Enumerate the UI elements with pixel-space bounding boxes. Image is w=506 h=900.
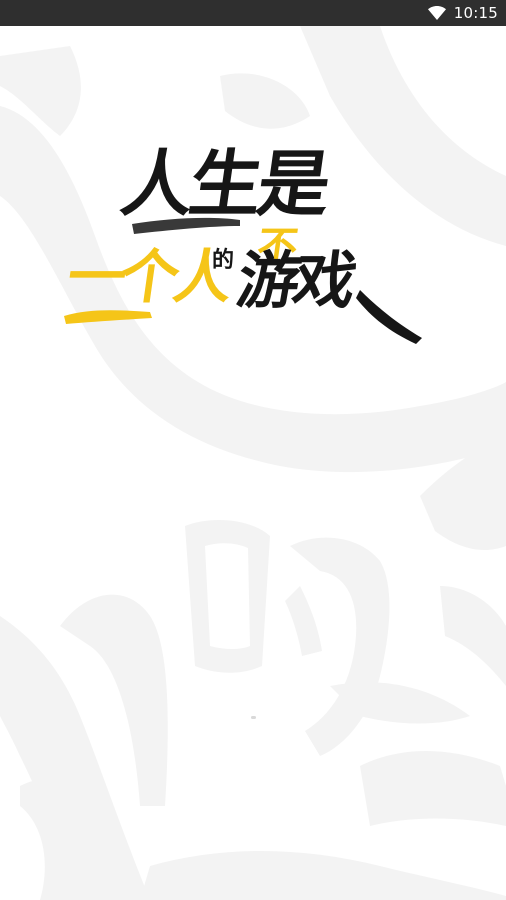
logo-line-1: 人生是 <box>116 141 333 226</box>
splash-logo: 人生是 不 的 一个人 游戏 <box>60 140 430 345</box>
status-bar-right: 10:15 <box>427 0 498 26</box>
logo-line-2-black: 游戏 <box>231 244 357 317</box>
status-time: 10:15 <box>453 4 498 22</box>
status-bar: 10:15 <box>0 0 506 26</box>
wifi-icon <box>427 6 446 20</box>
splash-screen: 10:15 人生是 不 的 一个人 游戏 <box>0 0 506 900</box>
logo-line-2-yellow: 一个人 <box>63 243 232 311</box>
loading-indicator <box>251 716 256 719</box>
